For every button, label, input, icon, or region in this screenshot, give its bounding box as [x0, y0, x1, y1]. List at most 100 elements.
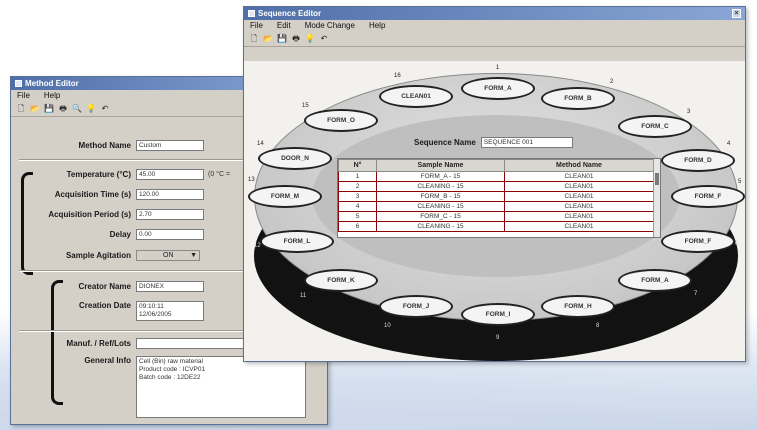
save-icon[interactable]: 💾: [277, 34, 287, 44]
vial-label: FORM_H: [564, 303, 592, 310]
sample-name-cell[interactable]: FORM_C - 15: [376, 211, 505, 222]
column-header-number[interactable]: N°: [338, 159, 377, 172]
vial-1[interactable]: FORM_A: [461, 77, 535, 100]
menu-file[interactable]: File: [17, 91, 30, 101]
menu-help[interactable]: Help: [369, 21, 385, 31]
sequence-name-label: Sequence Name: [414, 138, 476, 147]
vial-label: FORM_B: [564, 95, 592, 102]
lightbulb-icon[interactable]: 💡: [305, 34, 315, 44]
vial-16[interactable]: CLEAN01: [379, 85, 453, 108]
sample-name-cell[interactable]: FORM_B - 15: [376, 191, 505, 202]
sample-agitation-select[interactable]: ON ▼: [136, 250, 200, 261]
close-icon[interactable]: ×: [732, 9, 741, 18]
vial-label: FORM_A: [484, 85, 512, 92]
delay-field[interactable]: 0.00: [136, 229, 204, 240]
method-name-cell[interactable]: CLEAN01: [504, 211, 654, 222]
creator-name-label: Creator Name: [78, 282, 131, 291]
temperature-field[interactable]: 45.00: [136, 169, 204, 180]
column-header-method-name[interactable]: Method Name: [504, 159, 654, 172]
vial-13[interactable]: FORM_M: [248, 185, 322, 208]
vial-10[interactable]: FORM_J: [379, 295, 453, 318]
vial-number: 2: [610, 79, 614, 85]
vial-label: FORM_F: [684, 238, 712, 245]
acquisition-period-field[interactable]: 2.70: [136, 209, 204, 220]
vial-7[interactable]: FORM_A: [618, 269, 692, 292]
new-file-icon[interactable]: 🗋: [16, 104, 26, 114]
sequence-editor-menubar: File Edit Mode Change Help: [244, 20, 745, 32]
vial-label: FORM_L: [283, 238, 311, 245]
table-scrollbar[interactable]: [653, 159, 660, 237]
vial-4[interactable]: FORM_D: [661, 149, 735, 172]
sequence-editor-title: Sequence Editor: [258, 9, 322, 18]
vial-9[interactable]: FORM_I: [461, 303, 535, 326]
undo-icon[interactable]: ↶: [100, 104, 110, 114]
method-name-cell[interactable]: CLEAN01: [504, 171, 654, 182]
vial-label: CLEAN01: [401, 93, 431, 100]
sequence-editor-titlebar[interactable]: Sequence Editor ×: [244, 7, 745, 20]
method-name-cell[interactable]: CLEAN01: [504, 201, 654, 212]
sample-name-cell[interactable]: CLEANING - 15: [376, 221, 505, 232]
table-row[interactable]: 6 CLEANING - 15 CLEAN01: [338, 221, 654, 232]
vial-14[interactable]: DOOR_N: [258, 147, 332, 170]
method-name-cell[interactable]: CLEAN01: [504, 191, 654, 202]
vial-6[interactable]: FORM_F: [661, 230, 735, 253]
general-info-textarea[interactable]: Cell (Bin) raw material Product code : I…: [136, 356, 306, 418]
sequence-name-field[interactable]: SEQUENCE 001: [480, 137, 573, 148]
acquisition-period-label: Acquisition Period (s): [48, 210, 131, 219]
vial-label: FORM_F: [694, 193, 722, 200]
vial-number: 9: [496, 335, 500, 341]
table-row[interactable]: 1 FORM_A - 15 CLEAN01: [338, 171, 654, 182]
menu-edit[interactable]: Edit: [277, 21, 291, 31]
vial-number: 10: [384, 323, 391, 329]
column-header-sample-name[interactable]: Sample Name: [376, 159, 505, 172]
creator-name-field[interactable]: DIONEX: [136, 281, 204, 292]
vial-11[interactable]: FORM_K: [304, 269, 378, 292]
scrollbar-thumb[interactable]: [655, 173, 659, 185]
vial-3[interactable]: FORM_C: [618, 115, 692, 138]
app-icon: [15, 80, 22, 87]
creation-time-text: 09:10:11: [139, 303, 164, 310]
print-icon[interactable]: 🖶: [58, 104, 68, 114]
creation-date-field[interactable]: 09:10:11 12/06/2005: [136, 301, 204, 321]
print-preview-icon[interactable]: 🔍: [72, 104, 82, 114]
vial-number: 7: [694, 291, 698, 297]
app-icon: [248, 10, 255, 17]
row-number: 6: [338, 221, 377, 232]
sample-name-cell[interactable]: CLEANING - 15: [376, 201, 505, 212]
table-row[interactable]: 3 FORM_B - 15 CLEAN01: [338, 191, 654, 202]
creation-date-label: Creation Date: [78, 301, 131, 310]
vial-label: DOOR_N: [281, 155, 309, 162]
chevron-down-icon: ▼: [190, 252, 197, 259]
menu-help[interactable]: Help: [44, 91, 60, 101]
general-info-label: General Info: [84, 356, 131, 365]
vial-8[interactable]: FORM_H: [541, 295, 615, 318]
open-folder-icon[interactable]: 📂: [30, 104, 40, 114]
table-row[interactable]: 2 CLEANING - 15 CLEAN01: [338, 181, 654, 192]
vial-label: FORM_K: [327, 277, 355, 284]
sample-name-cell[interactable]: FORM_A - 15: [376, 171, 505, 182]
vial-15[interactable]: FORM_O: [304, 109, 378, 132]
menu-mode-change[interactable]: Mode Change: [305, 21, 355, 31]
vial-label: FORM_M: [270, 193, 300, 200]
print-icon[interactable]: 🖶: [291, 34, 301, 44]
acquisition-time-field[interactable]: 120.00: [136, 189, 204, 200]
vial-number: 3: [687, 109, 691, 115]
save-icon[interactable]: 💾: [44, 104, 54, 114]
method-name-field[interactable]: Custom: [136, 140, 204, 151]
vial-5[interactable]: FORM_F: [671, 185, 745, 208]
method-name-cell[interactable]: CLEAN01: [504, 221, 654, 232]
menu-file[interactable]: File: [250, 21, 263, 31]
table-row[interactable]: 5 FORM_C - 15 CLEAN01: [338, 211, 654, 222]
general-info-line: Batch code : 12DE22: [139, 374, 201, 381]
lightbulb-icon[interactable]: 💡: [86, 104, 96, 114]
table-row[interactable]: 4 CLEANING - 15 CLEAN01: [338, 201, 654, 212]
vial-12[interactable]: FORM_L: [260, 230, 334, 253]
vial-2[interactable]: FORM_B: [541, 87, 615, 110]
vial-number: 14: [257, 141, 264, 147]
method-name-cell[interactable]: CLEAN01: [504, 181, 654, 192]
open-folder-icon[interactable]: 📂: [263, 34, 273, 44]
sample-name-cell[interactable]: CLEANING - 15: [376, 181, 505, 192]
undo-icon[interactable]: ↶: [319, 34, 329, 44]
vial-label: FORM_C: [641, 123, 669, 130]
new-file-icon[interactable]: 🗋: [249, 34, 259, 44]
